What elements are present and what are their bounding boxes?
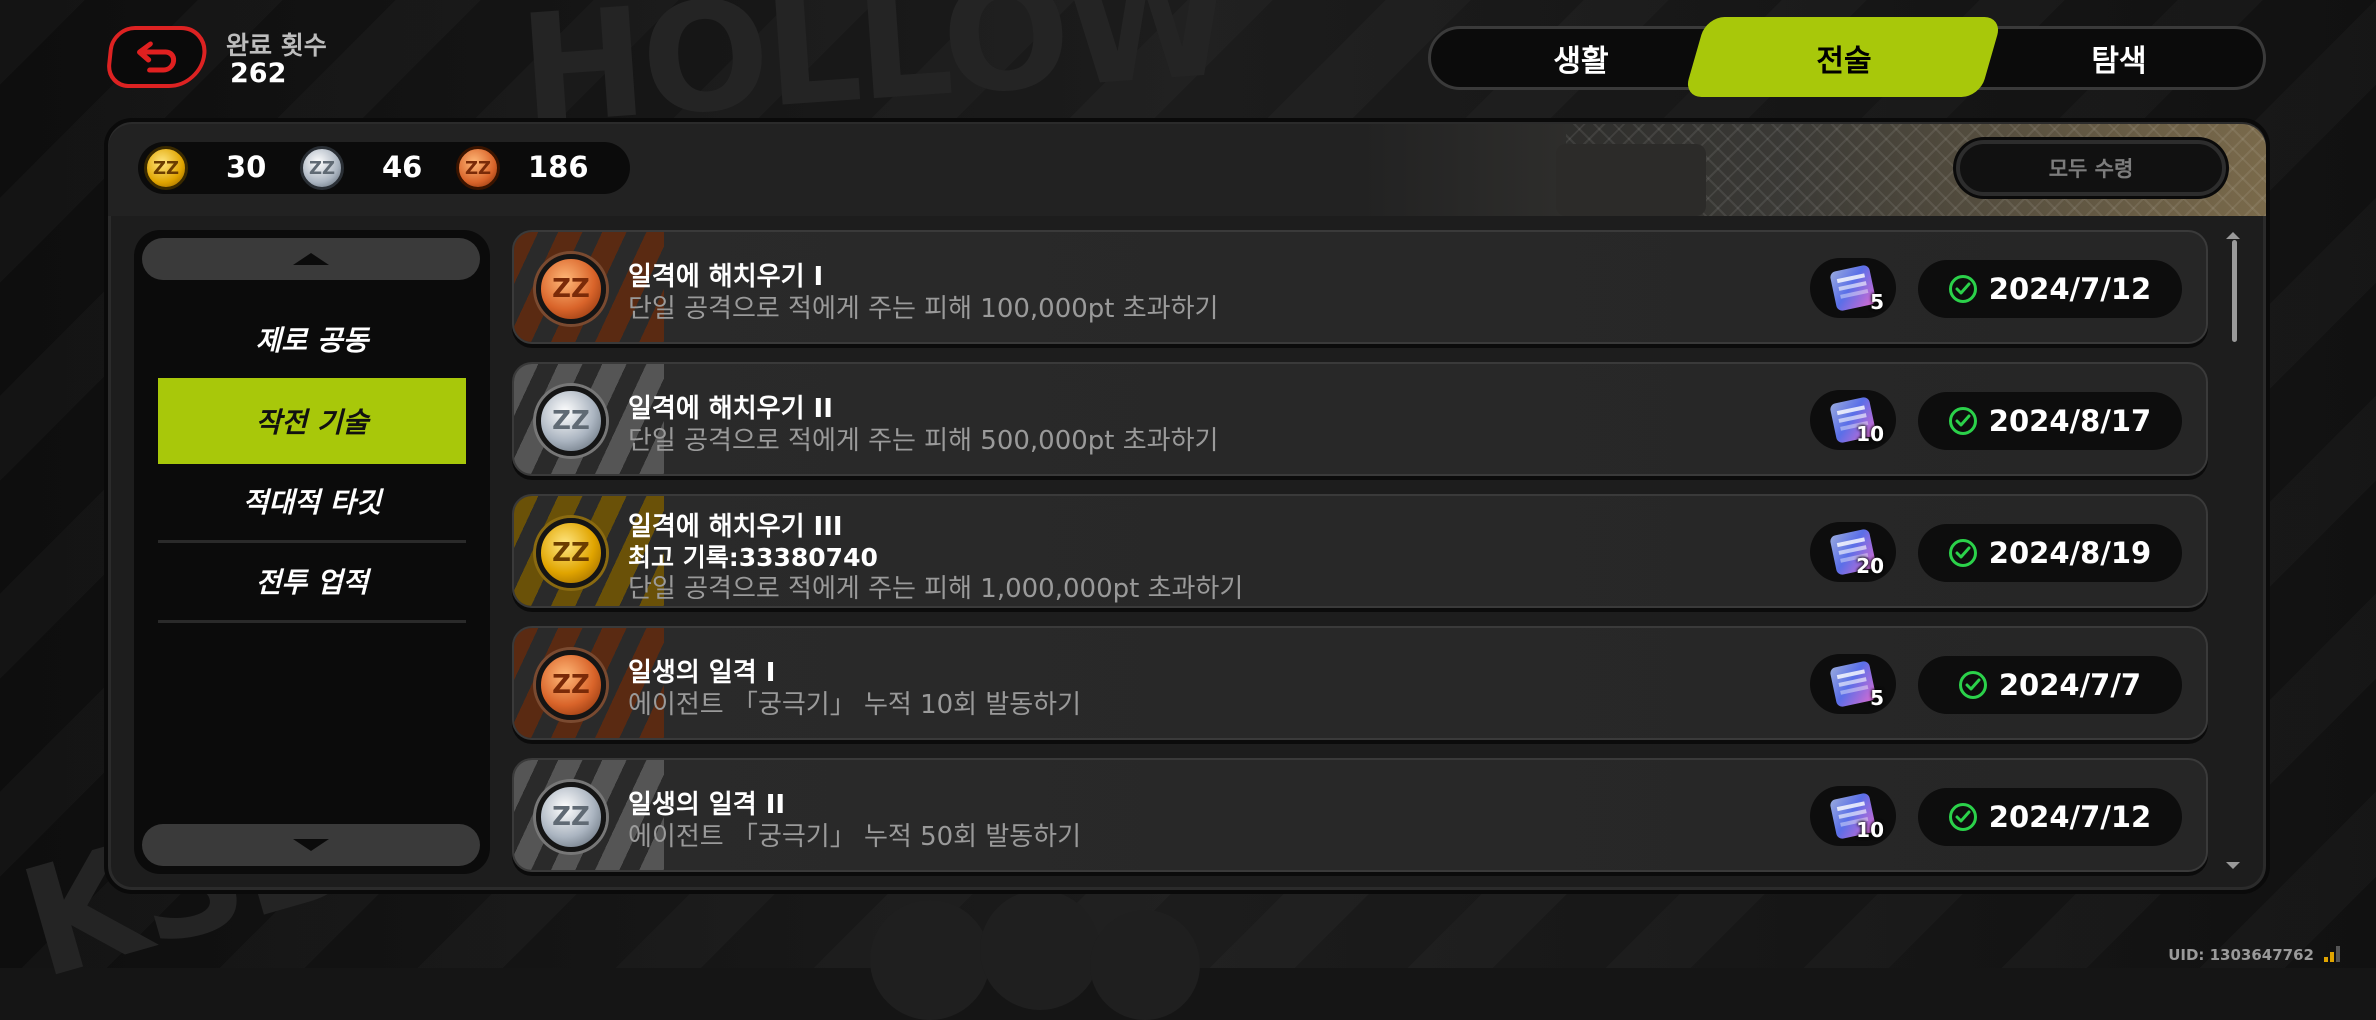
sidebar-item-operation-tech[interactable]: 작전 기술 (158, 378, 466, 464)
check-circle-icon (1958, 671, 1987, 699)
background-shape (980, 890, 1100, 1010)
bronze-medal-icon: ZZ (536, 650, 606, 720)
achievement-row[interactable]: ZZ 일격에 해치우기 III 최고 기록:33380740 단일 공격으로 적… (512, 494, 2208, 608)
completion-date: 2024/7/12 (1918, 788, 2182, 846)
reward-item[interactable]: 10 (1810, 390, 1896, 450)
reward-item[interactable]: 5 (1810, 258, 1896, 318)
date-text: 2024/8/19 (1988, 536, 2152, 570)
gold-medal-icon: ZZ (536, 518, 606, 588)
date-text: 2024/8/17 (1988, 404, 2152, 438)
achievement-row[interactable]: ZZ 일생의 일격 I 에이전트 「궁극기」 누적 10회 발동하기 5 202… (512, 626, 2208, 740)
tab-life[interactable]: 생활 (1431, 29, 1731, 87)
achievement-description: 단일 공격으로 적에게 주는 피해 500,000pt 초과하기 (628, 426, 1219, 456)
reward-item[interactable]: 5 (1810, 654, 1896, 714)
barrel-decoration (1556, 144, 1706, 216)
signal-strength-icon (2324, 946, 2346, 962)
background-shape (1090, 910, 1200, 1020)
sidebar-divider (158, 620, 466, 623)
completion-label: 완료 횟수 (226, 31, 327, 60)
completion-date: 2024/8/19 (1918, 524, 2182, 582)
achievement-description: 단일 공격으로 적에게 주는 피해 100,000pt 초과하기 (628, 294, 1219, 324)
scroll-down-arrow-icon[interactable] (2226, 862, 2240, 869)
achievement-description: 단일 공격으로 적에게 주는 피해 1,000,000pt 초과하기 (628, 574, 1244, 604)
scroll-up-arrow-icon[interactable] (2226, 232, 2240, 239)
achievement-row[interactable]: ZZ 일생의 일격 II 에이전트 「궁극기」 누적 50회 발동하기 10 2… (512, 758, 2208, 872)
reward-quantity: 5 (1870, 290, 1884, 314)
return-arrow-icon (137, 41, 177, 73)
achievement-description: 에이전트 「궁극기」 누적 50회 발동하기 (628, 822, 1082, 852)
completion-count: 262 (230, 58, 287, 89)
background-shape (870, 900, 990, 1020)
reward-quantity: 10 (1856, 818, 1884, 842)
user-id: UID: 1303647762 (2168, 946, 2314, 964)
sidebar-scroll-down-button[interactable] (142, 824, 480, 866)
sidebar-item-hostile-target[interactable]: 적대적 타깃 (158, 462, 466, 540)
claim-all-button[interactable]: 모두 수령 (1956, 140, 2226, 196)
achievement-row[interactable]: ZZ 일격에 해치우기 I 단일 공격으로 적에게 주는 피해 100,000p… (512, 230, 2208, 344)
check-circle-icon (1948, 539, 1977, 567)
reward-quantity: 10 (1856, 422, 1884, 446)
reward-quantity: 20 (1856, 554, 1884, 578)
check-circle-icon (1948, 803, 1977, 831)
achievement-row[interactable]: ZZ 일격에 해치우기 II 단일 공격으로 적에게 주는 피해 500,000… (512, 362, 2208, 476)
gold-count: 30 (226, 150, 267, 184)
date-text: 2024/7/12 (1988, 272, 2152, 306)
bronze-medal-icon: ZZ (536, 254, 606, 324)
silver-count: 46 (382, 150, 423, 184)
chevron-up-icon (293, 253, 329, 265)
tab-tactics[interactable]: 전술 (1699, 29, 1989, 87)
silver-medal-icon: ZZ (300, 146, 344, 190)
check-circle-icon (1948, 275, 1977, 303)
reward-quantity: 5 (1870, 686, 1884, 710)
date-text: 2024/7/12 (1988, 800, 2152, 834)
chevron-down-icon (293, 839, 329, 851)
silver-medal-icon: ZZ (536, 386, 606, 456)
sidebar-item-combat-achievement[interactable]: 전투 업적 (158, 542, 466, 620)
tab-explore[interactable]: 탐색 (1971, 29, 2267, 87)
completion-date: 2024/8/17 (1918, 392, 2182, 450)
sidebar-item-zero-hollow[interactable]: 제로 공동 (158, 300, 466, 378)
category-tabs: 생활 전술 탐색 (1428, 17, 2267, 97)
reward-item[interactable]: 20 (1810, 522, 1896, 582)
completion-date: 2024/7/12 (1918, 260, 2182, 318)
reward-item[interactable]: 10 (1810, 786, 1896, 846)
silver-medal-icon: ZZ (536, 782, 606, 852)
completion-date: 2024/7/7 (1918, 656, 2182, 714)
date-text: 2024/7/7 (1998, 668, 2142, 702)
bronze-medal-icon: ZZ (456, 146, 500, 190)
check-circle-icon (1948, 407, 1977, 435)
gold-medal-icon: ZZ (144, 146, 188, 190)
sidebar-scroll-up-button[interactable] (142, 238, 480, 280)
achievement-description: 에이전트 「궁극기」 누적 10회 발동하기 (628, 690, 1082, 720)
bronze-count: 186 (528, 150, 589, 184)
list-scrollbar-thumb[interactable] (2232, 240, 2237, 342)
